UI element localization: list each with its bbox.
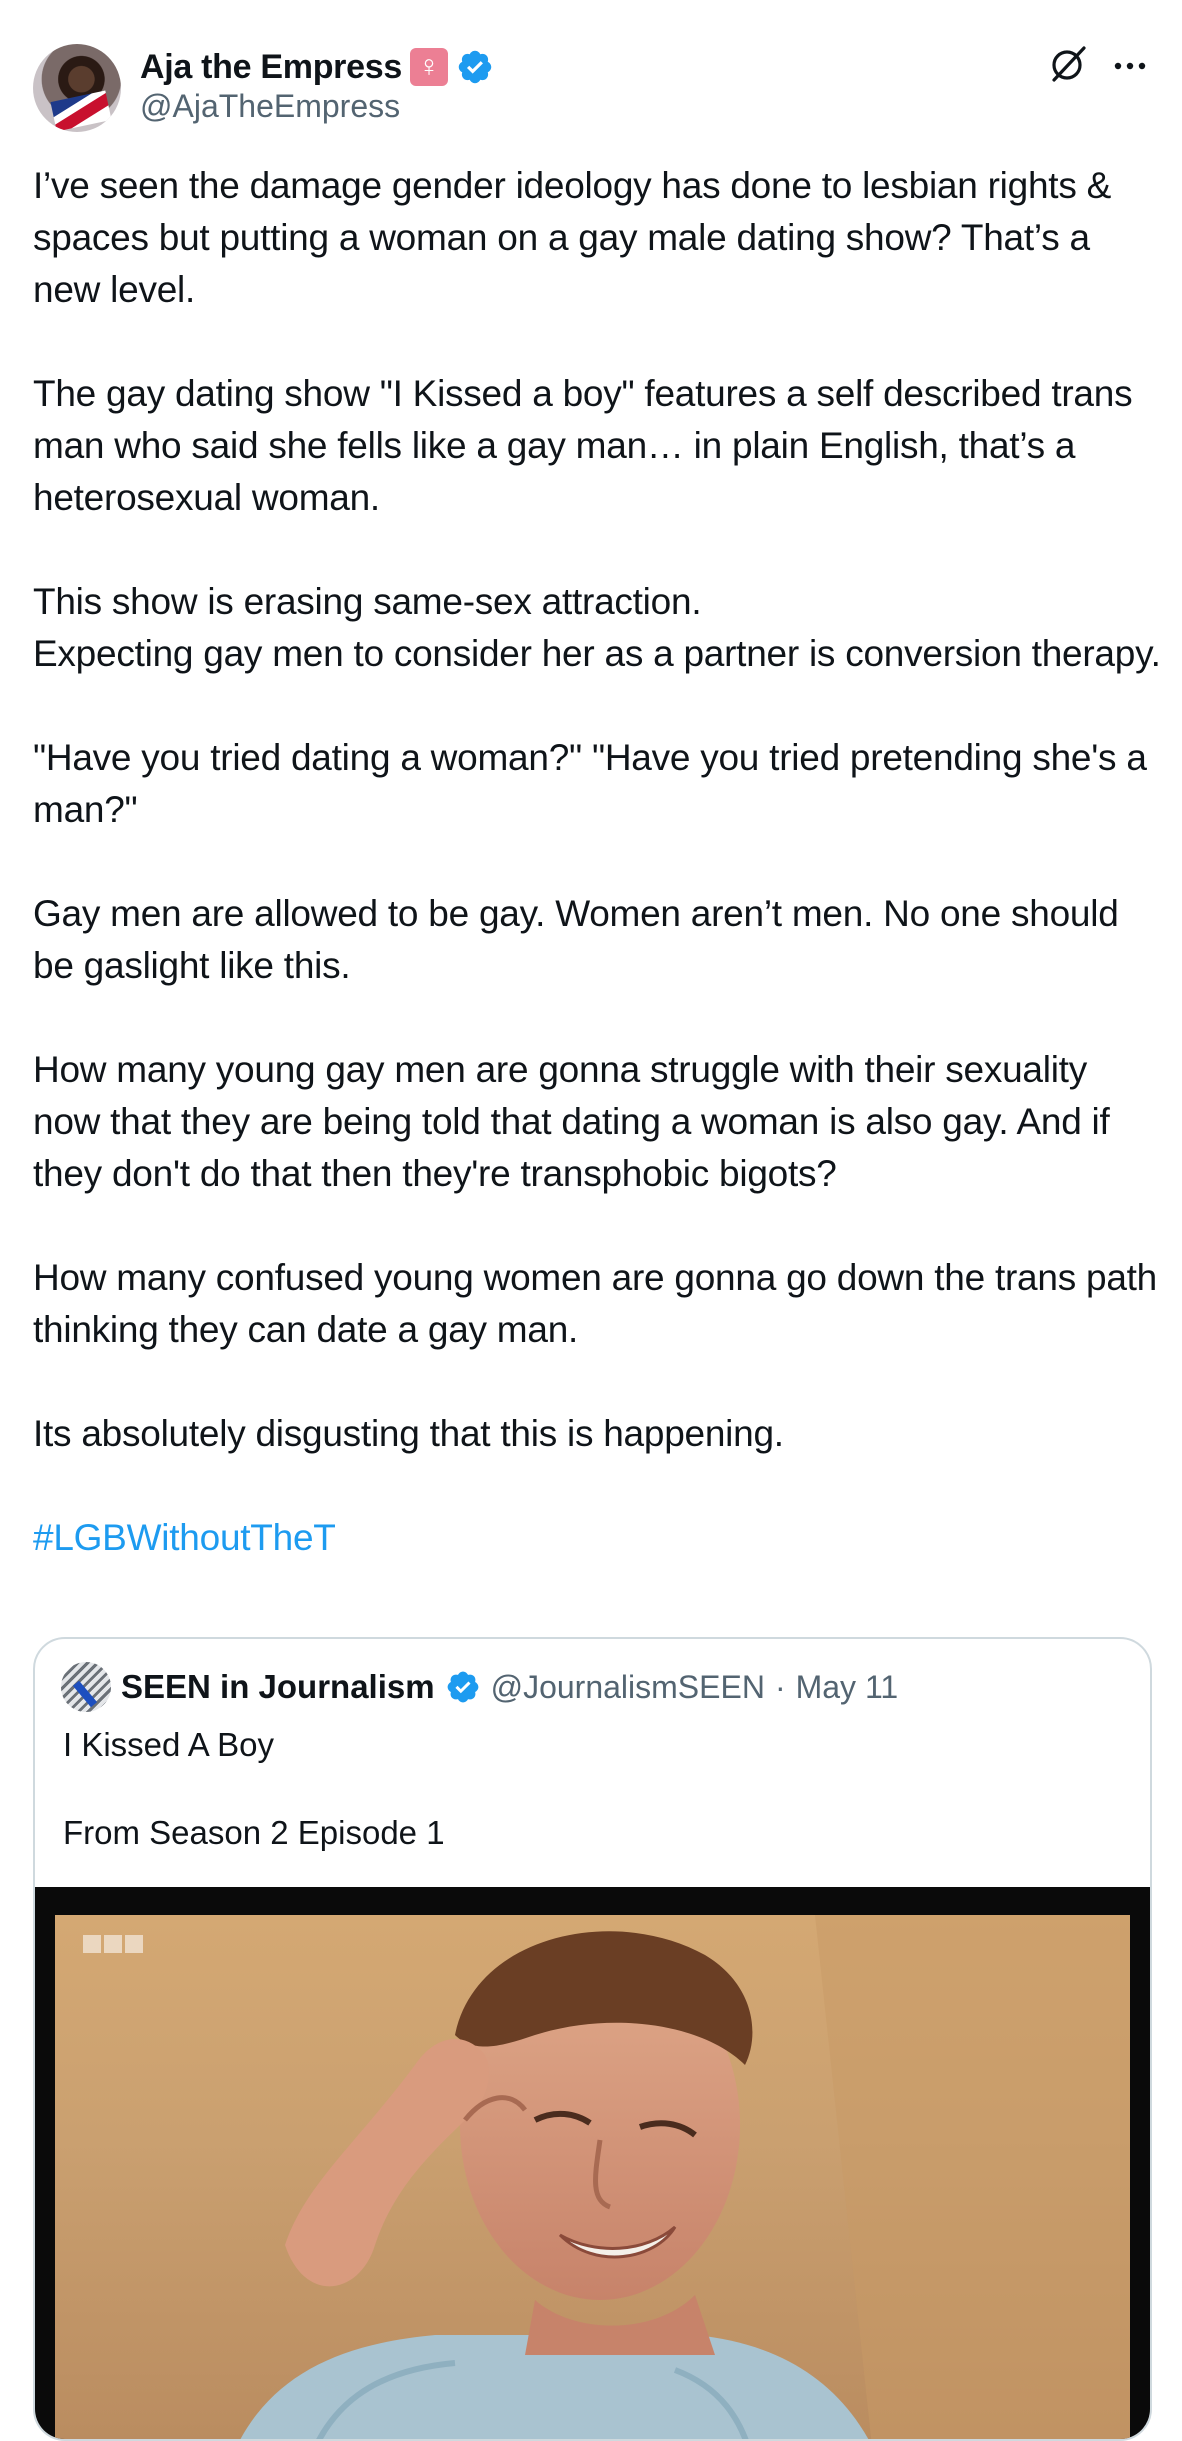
tweet-paragraph: Gay men are allowed to be gay. Women are…	[33, 893, 1119, 986]
quoted-tweet-line: From Season 2 Episode 1	[63, 1814, 445, 1851]
grok-icon[interactable]	[1048, 44, 1088, 84]
quoted-tweet-text: I Kissed A Boy From Season 2 Episode 1	[63, 1723, 1123, 1855]
author-name-row: Aja the Empress ♀	[140, 44, 494, 90]
female-sign-emoji: ♀	[409, 48, 448, 86]
tweet-paragraph: This show is erasing same-sex attraction…	[33, 581, 1161, 674]
video-frame	[55, 1915, 1130, 2439]
quoted-author-handle[interactable]: @JournalismSEEN	[491, 1669, 765, 1706]
more-icon[interactable]	[1112, 54, 1148, 78]
tweet-paragraph: "Have you tried dating a woman?" "Have y…	[33, 737, 1147, 830]
verified-badge-icon	[458, 50, 492, 84]
tweet-paragraph: I’ve seen the damage gender ideology has…	[33, 165, 1112, 310]
quoted-tweet-date[interactable]: May 11	[796, 1669, 899, 1706]
tweet-paragraph: Its absolutely disgusting that this is h…	[33, 1413, 784, 1454]
quoted-author-name[interactable]: SEEN in Journalism	[121, 1668, 435, 1706]
tweet-paragraph: How many confused young women are gonna …	[33, 1257, 1158, 1350]
tweet-text: I’ve seen the damage gender ideology has…	[33, 160, 1163, 1564]
quoted-tweet[interactable]: SEEN in Journalism @JournalismSEEN · May…	[33, 1637, 1152, 2441]
verified-badge-icon	[447, 1671, 478, 1703]
author-display-name[interactable]: Aja the Empress	[140, 48, 402, 87]
quoted-author-avatar[interactable]	[61, 1662, 111, 1712]
tweet-paragraph: The gay dating show "I Kissed a boy" fea…	[33, 373, 1133, 518]
hashtag-link[interactable]: #LGBWithoutTheT	[33, 1512, 1163, 1564]
quoted-tweet-video[interactable]	[35, 1887, 1150, 2439]
author-avatar[interactable]	[33, 44, 121, 132]
author-handle[interactable]: @AjaTheEmpress	[140, 88, 400, 125]
tweet-paragraph: How many young gay men are gonna struggl…	[33, 1049, 1110, 1194]
quoted-tweet-header: SEEN in Journalism @JournalismSEEN · May…	[61, 1662, 899, 1712]
video-still-man	[240, 1915, 1130, 2439]
quoted-tweet-line: I Kissed A Boy	[63, 1726, 274, 1763]
separator-dot: ·	[774, 1668, 786, 1705]
tweet: Aja the Empress ♀ @AjaTheEmpress I’ve se…	[0, 0, 1182, 2441]
